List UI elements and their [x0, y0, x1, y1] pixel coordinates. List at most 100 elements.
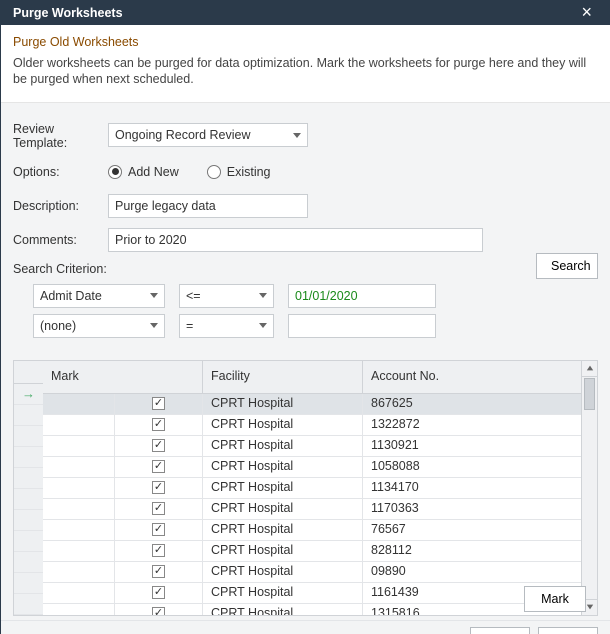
- table-row[interactable]: ✓CPRT Hospital1315816: [43, 604, 581, 615]
- purge-worksheets-dialog: Purge Worksheets × Purge Old Worksheets …: [0, 0, 610, 634]
- criterion-value-input[interactable]: [288, 284, 436, 308]
- dialog-footer: Done Cancel: [1, 620, 610, 634]
- table-row[interactable]: ✓CPRT Hospital1058088: [43, 457, 581, 478]
- mark-cell: ✓: [43, 562, 203, 582]
- form-body: Review Template: Ongoing Record Review O…: [1, 103, 610, 620]
- criterion-row-2: (none) =: [33, 314, 598, 338]
- mark-checkbox[interactable]: ✓: [152, 481, 165, 494]
- criterion-op-value: =: [186, 319, 193, 333]
- cancel-button[interactable]: Cancel: [538, 627, 598, 634]
- row-indicator: [14, 531, 43, 552]
- criterion-op-select[interactable]: =: [179, 314, 274, 338]
- table-row[interactable]: ✓CPRT Hospital76567: [43, 520, 581, 541]
- account-cell: 828112: [363, 541, 581, 561]
- comments-input[interactable]: [108, 228, 483, 252]
- mark-checkbox[interactable]: ✓: [152, 565, 165, 578]
- criterion-op-value: <=: [186, 289, 201, 303]
- chevron-down-icon: [259, 293, 267, 298]
- title-bar: Purge Worksheets ×: [1, 0, 610, 25]
- criterion-field-select[interactable]: Admit Date: [33, 284, 165, 308]
- mark-checkbox[interactable]: ✓: [152, 502, 165, 515]
- row-indicator: [14, 594, 43, 615]
- mark-button[interactable]: Mark: [524, 586, 586, 612]
- description-input[interactable]: [108, 194, 308, 218]
- facility-cell: CPRT Hospital: [203, 541, 363, 561]
- col-header-mark[interactable]: Mark: [43, 361, 203, 394]
- review-template-select[interactable]: Ongoing Record Review: [108, 123, 308, 147]
- facility-cell: CPRT Hospital: [203, 436, 363, 456]
- done-button[interactable]: Done: [470, 627, 530, 634]
- mark-checkbox[interactable]: ✓: [152, 460, 165, 473]
- mark-cell: ✓: [43, 541, 203, 561]
- mark-cell: ✓: [43, 499, 203, 519]
- table-row[interactable]: ✓ CPRT Hospital1130921: [43, 436, 581, 457]
- mark-checkbox[interactable]: ✓: [152, 523, 165, 536]
- review-template-label: Review Template:: [13, 121, 108, 150]
- row-indicator: [14, 552, 43, 573]
- col-header-facility[interactable]: Facility: [203, 361, 363, 394]
- mark-cell: ✓: [43, 520, 203, 540]
- account-cell: 867625: [363, 394, 581, 414]
- mark-cell: ✓: [43, 604, 203, 615]
- review-template-row: Review Template: Ongoing Record Review: [13, 121, 598, 150]
- scroll-thumb[interactable]: [584, 378, 595, 410]
- intro-title: Purge Old Worksheets: [13, 35, 598, 49]
- radio-icon: [207, 165, 221, 179]
- facility-cell: CPRT Hospital: [203, 394, 363, 414]
- table-main: Mark Facility Account No. ✓CPRT Hospital…: [43, 360, 582, 616]
- table-row[interactable]: ✓CPRT Hospital1161439: [43, 583, 581, 604]
- mark-checkbox[interactable]: ✓: [152, 439, 165, 452]
- table-row[interactable]: ✓CPRT Hospital09890: [43, 562, 581, 583]
- radio-icon: [108, 165, 122, 179]
- criterion-field-select[interactable]: (none): [33, 314, 165, 338]
- facility-cell: CPRT Hospital: [203, 583, 363, 603]
- mark-checkbox[interactable]: ✓: [152, 586, 165, 599]
- criterion-field-value: Admit Date: [40, 289, 102, 303]
- results-area: → Mark Facility Account No. ✓CPRT Hospit…: [13, 344, 598, 616]
- col-header-account[interactable]: Account No.: [363, 361, 581, 394]
- scroll-up-icon[interactable]: [582, 361, 597, 377]
- mark-cell: ✓: [43, 457, 203, 477]
- option-existing-label: Existing: [227, 165, 271, 179]
- facility-cell: CPRT Hospital: [203, 604, 363, 615]
- search-criterion-label: Search Criterion:: [13, 262, 598, 276]
- mark-checkbox[interactable]: ✓: [152, 607, 165, 615]
- review-template-value: Ongoing Record Review: [115, 128, 251, 142]
- row-indicator: →: [14, 384, 43, 405]
- row-indicator: [14, 573, 43, 594]
- table-row[interactable]: ✓ CPRT Hospital1322872: [43, 415, 581, 436]
- account-cell: 1058088: [363, 457, 581, 477]
- results-table: → Mark Facility Account No. ✓CPRT Hospit…: [13, 360, 598, 616]
- table-row[interactable]: ✓ CPRT Hospital828112: [43, 541, 581, 562]
- account-cell: 09890: [363, 562, 581, 582]
- search-button[interactable]: Search: [536, 253, 598, 279]
- criterion-op-select[interactable]: <=: [179, 284, 274, 308]
- close-icon[interactable]: ×: [575, 0, 598, 25]
- criterion-value-input[interactable]: [288, 314, 436, 338]
- table-row[interactable]: ✓ CPRT Hospital867625: [43, 394, 581, 415]
- chevron-down-icon: [150, 293, 158, 298]
- option-add-new[interactable]: Add New: [108, 165, 179, 179]
- facility-cell: CPRT Hospital: [203, 415, 363, 435]
- mark-checkbox[interactable]: ✓: [152, 544, 165, 557]
- table-row[interactable]: ✓CPRT Hospital1170363: [43, 499, 581, 520]
- row-indicator: [14, 468, 43, 489]
- table-row[interactable]: ✓CPRT Hospital1134170: [43, 478, 581, 499]
- description-label: Description:: [13, 198, 108, 213]
- account-cell: 1322872: [363, 415, 581, 435]
- account-cell: 1130921: [363, 436, 581, 456]
- account-cell: 1170363: [363, 499, 581, 519]
- comments-label: Comments:: [13, 232, 108, 247]
- table-body: ✓CPRT Hospital867625✓CPRT Hospital132287…: [43, 394, 581, 615]
- mark-cell: ✓: [43, 436, 203, 456]
- option-existing[interactable]: Existing: [207, 165, 271, 179]
- chevron-down-icon: [293, 133, 301, 138]
- intro-text: Older worksheets can be purged for data …: [13, 55, 598, 88]
- dialog-title: Purge Worksheets: [13, 6, 575, 20]
- mark-checkbox[interactable]: ✓: [152, 397, 165, 410]
- mark-checkbox[interactable]: ✓: [152, 418, 165, 431]
- row-indicator: [14, 405, 43, 426]
- mark-cell: ✓: [43, 394, 203, 414]
- mark-cell: ✓: [43, 478, 203, 498]
- vertical-scrollbar[interactable]: [582, 360, 598, 616]
